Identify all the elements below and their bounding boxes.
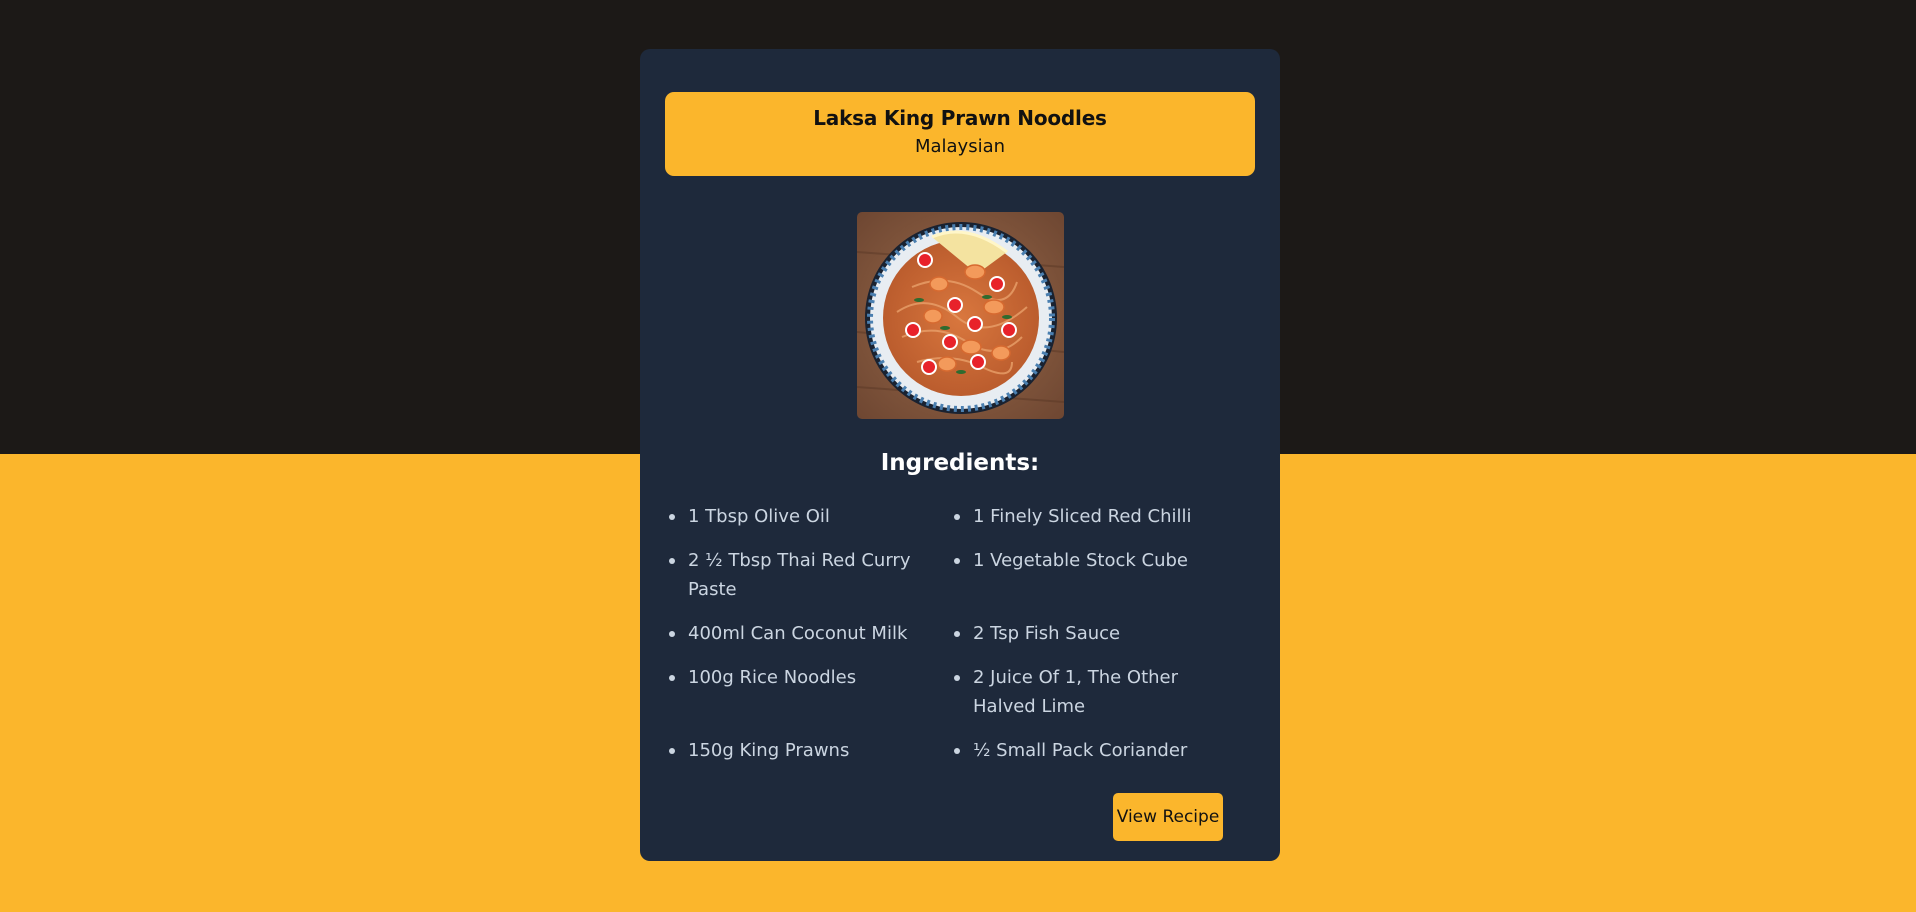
ingredient-item: 1 Tbsp Olive Oil <box>665 502 950 531</box>
recipe-card: Laksa King Prawn Noodles Malaysian Ingre… <box>640 49 1280 861</box>
ingredient-item: 100g Rice Noodles <box>665 663 950 721</box>
recipe-title: Laksa King Prawn Noodles <box>813 106 1107 130</box>
ingredient-item: 2 Juice Of 1, The Other Halved Lime <box>950 663 1235 721</box>
ingredient-item: 400ml Can Coconut Milk <box>665 619 950 648</box>
recipe-cuisine: Malaysian <box>914 136 1006 157</box>
ingredient-item: 1 Vegetable Stock Cube <box>950 546 1235 604</box>
recipe-header: Laksa King Prawn Noodles Malaysian <box>665 92 1255 176</box>
ingredient-item: 2 ½ Tbsp Thai Red Curry Paste <box>665 546 950 604</box>
ingredient-item: ½ Small Pack Coriander <box>950 736 1235 765</box>
ingredients-heading: Ingredients: <box>880 450 1040 476</box>
recipe-photo <box>857 212 1064 419</box>
ingredient-item: 2 Tsp Fish Sauce <box>950 619 1235 648</box>
view-recipe-button[interactable]: View Recipe <box>1113 793 1223 841</box>
ingredients-list: 1 Tbsp Olive Oil 1 Finely Sliced Red Chi… <box>665 502 1265 765</box>
ingredient-item: 150g King Prawns <box>665 736 950 765</box>
ingredient-item: 1 Finely Sliced Red Chilli <box>950 502 1235 531</box>
